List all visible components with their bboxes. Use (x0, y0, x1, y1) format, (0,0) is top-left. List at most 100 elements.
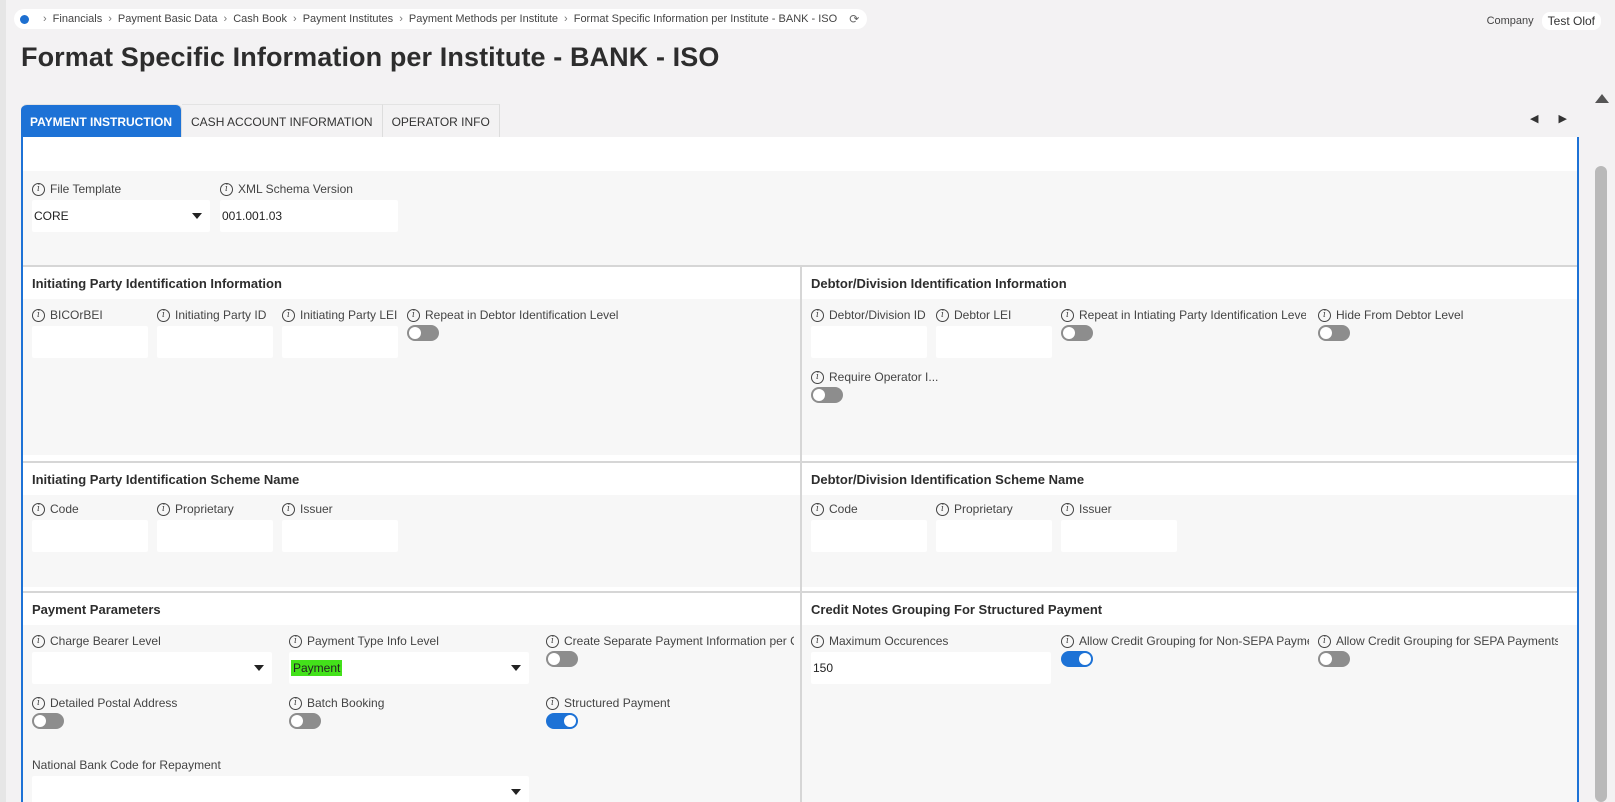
repeat-debtor-toggle[interactable] (407, 325, 439, 341)
sepa-grouping-field: i Allow Credit Grouping for SEPA Payments (1318, 633, 1558, 667)
info-icon[interactable]: i (546, 696, 559, 710)
debtor-scheme-issuer-input[interactable] (1061, 520, 1177, 552)
payment-type-select[interactable]: Payment (289, 652, 529, 684)
info-icon[interactable]: i (32, 634, 45, 648)
info-icon[interactable]: i (32, 502, 45, 516)
debtor-scheme-code-input[interactable] (811, 520, 927, 552)
info-icon[interactable]: i (1318, 308, 1331, 322)
charge-bearer-select[interactable] (32, 652, 272, 684)
caret-right-icon[interactable]: ▶ (1558, 112, 1566, 125)
init-scheme-proprietary-input[interactable] (157, 520, 273, 552)
bic-input[interactable] (32, 326, 148, 358)
info-icon[interactable]: i (811, 370, 824, 384)
init-scheme-code-input[interactable] (32, 520, 148, 552)
initiating-party-lei-field: i Initiating Party LEI (282, 307, 398, 358)
info-icon[interactable]: i (282, 308, 295, 322)
info-icon[interactable]: i (289, 696, 302, 710)
info-icon[interactable]: i (289, 634, 302, 648)
require-operator-toggle[interactable] (811, 387, 843, 403)
code-label: Code (50, 502, 79, 516)
caret-left-icon[interactable]: ◀ (1530, 112, 1538, 125)
breadcrumb: › Financials › Payment Basic Data › Cash… (14, 9, 868, 29)
require-operator-field: i Require Operator I... (811, 369, 941, 403)
debtor-scheme-proprietary-input[interactable] (936, 520, 1052, 552)
info-icon[interactable]: i (1061, 502, 1074, 516)
scroll-up-icon[interactable] (1595, 94, 1609, 103)
info-icon[interactable]: i (32, 696, 45, 710)
national-bank-code-field: National Bank Code for Repayment (32, 757, 529, 802)
chevron-right-icon: › (43, 13, 47, 25)
scrollbar-thumb[interactable] (1595, 166, 1607, 802)
max-occurences-label: Maximum Occurences (829, 634, 949, 648)
charge-bearer-field: i Charge Bearer Level (32, 633, 272, 684)
batch-booking-toggle[interactable] (289, 713, 321, 729)
batch-booking-label: Batch Booking (307, 696, 385, 710)
separate-payment-toggle[interactable] (546, 651, 578, 667)
non-sepa-grouping-label: Allow Credit Grouping for Non-SEPA Payme… (1079, 634, 1309, 648)
info-icon[interactable]: i (220, 182, 233, 196)
init-scheme-issuer-field: i Issuer (282, 501, 398, 552)
info-icon[interactable]: i (1318, 634, 1331, 648)
debtor-lei-input[interactable] (936, 326, 1052, 358)
proprietary-label: Proprietary (954, 502, 1013, 516)
vertical-scrollbar[interactable] (1593, 86, 1611, 802)
info-icon[interactable]: i (407, 308, 420, 322)
caret-down-icon (192, 213, 202, 219)
info-icon[interactable]: i (1061, 308, 1074, 322)
info-icon[interactable]: i (811, 308, 824, 322)
home-icon[interactable] (20, 14, 29, 24)
debtor-division-id-input[interactable] (811, 326, 927, 358)
info-icon[interactable]: i (811, 502, 824, 516)
breadcrumb-item[interactable]: Payment Methods per Institute (409, 13, 558, 25)
init-scheme-issuer-input[interactable] (282, 520, 398, 552)
non-sepa-grouping-toggle[interactable] (1061, 651, 1093, 667)
info-icon[interactable]: i (936, 308, 949, 322)
breadcrumb-item[interactable]: Cash Book (233, 13, 287, 25)
tab-operator-info[interactable]: OPERATOR INFO (382, 104, 500, 138)
info-icon[interactable]: i (282, 502, 295, 516)
company-value[interactable]: Test Olof (1541, 12, 1601, 30)
max-occurences-field: i Maximum Occurences 150 (811, 633, 1051, 684)
company-label: Company (1486, 15, 1534, 27)
max-occurences-input[interactable]: 150 (811, 652, 1051, 684)
file-template-select[interactable]: CORE (32, 200, 210, 232)
repeat-initiating-toggle[interactable] (1061, 325, 1093, 341)
section-title: Debtor/Division Identification Scheme Na… (802, 463, 1577, 495)
structured-payment-label: Structured Payment (564, 696, 671, 710)
breadcrumb-item[interactable]: Financials (53, 13, 103, 25)
section-title: Initiating Party Identification Informat… (23, 267, 800, 299)
info-icon[interactable]: i (157, 502, 170, 516)
section-title: Initiating Party Identification Scheme N… (23, 463, 800, 495)
debtor-division-section: Debtor/Division Identification Informati… (802, 267, 1577, 455)
hide-from-debtor-toggle[interactable] (1318, 325, 1350, 341)
national-bank-code-select[interactable] (32, 776, 529, 802)
refresh-icon[interactable]: ⟳ (849, 12, 859, 26)
tab-content: i File Template CORE i XML Schema Version … (21, 137, 1579, 802)
postal-address-field: i Detailed Postal Address (32, 695, 272, 729)
tab-cash-account-information[interactable]: CASH ACCOUNT INFORMATION (182, 104, 383, 138)
payment-type-field: i Payment Type Info Level Payment (289, 633, 529, 684)
initiating-party-id-input[interactable] (157, 326, 273, 358)
info-icon[interactable]: i (157, 308, 170, 322)
structured-payment-toggle[interactable] (546, 713, 578, 729)
tab-bar: PAYMENT INSTRUCTION CASH ACCOUNT INFORMA… (21, 104, 500, 138)
info-icon[interactable]: i (32, 308, 45, 322)
info-icon[interactable]: i (1061, 634, 1074, 648)
structured-payment-field: i Structured Payment (546, 695, 786, 729)
xml-schema-input[interactable]: 001.001.03 (220, 200, 398, 232)
sepa-grouping-toggle[interactable] (1318, 651, 1350, 667)
non-sepa-grouping-field: i Allow Credit Grouping for Non-SEPA Paym… (1061, 633, 1309, 667)
info-icon[interactable]: i (546, 634, 559, 648)
initiating-party-lei-input[interactable] (282, 326, 398, 358)
breadcrumb-item[interactable]: Payment Basic Data (118, 13, 218, 25)
breadcrumb-item[interactable]: Payment Institutes (303, 13, 394, 25)
section-title: Debtor/Division Identification Informati… (802, 267, 1577, 299)
info-icon[interactable]: i (811, 634, 824, 648)
initiating-party-section: Initiating Party Identification Informat… (23, 267, 800, 455)
info-icon[interactable]: i (936, 502, 949, 516)
file-panel: i File Template CORE i XML Schema Version … (23, 171, 1577, 265)
tab-payment-instruction[interactable]: PAYMENT INSTRUCTION (21, 104, 183, 138)
postal-address-toggle[interactable] (32, 713, 64, 729)
credit-notes-section: Credit Notes Grouping For Structured Pay… (802, 593, 1577, 802)
info-icon[interactable]: i (32, 182, 45, 196)
